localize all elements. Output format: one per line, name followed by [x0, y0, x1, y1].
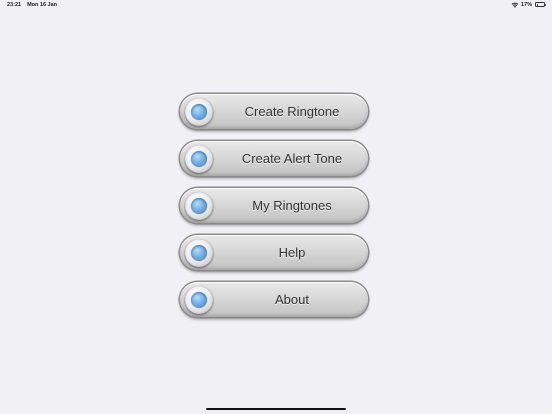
create-ringtone-button[interactable]: Create Ringtone	[180, 94, 368, 129]
my-ringtones-label: My Ringtones	[252, 198, 332, 213]
battery-percent: 17%	[520, 1, 532, 8]
create-alert-tone-button[interactable]: Create Alert Tone	[180, 141, 368, 176]
status-bar: 23:21 Mon 16 Jan 17%	[0, 0, 552, 10]
my-ringtones-button[interactable]: My Ringtones	[180, 188, 368, 223]
blue-light-icon	[185, 191, 213, 220]
battery-icon	[535, 2, 546, 7]
status-time: 23:21	[7, 2, 22, 8]
status-bar-right: 17%	[511, 1, 546, 8]
battery-fill	[536, 3, 538, 6]
home-indicator[interactable]	[206, 407, 346, 410]
help-button[interactable]: Help	[180, 235, 368, 270]
wifi-icon	[511, 2, 519, 8]
status-date: Mon 16 Jan	[27, 2, 58, 8]
create-alert-tone-label: Create Alert Tone	[241, 151, 343, 166]
create-ringtone-label: Create Ringtone	[244, 104, 340, 119]
blue-light-icon	[185, 238, 213, 267]
help-label: Help	[278, 245, 306, 260]
blue-light-icon	[185, 285, 213, 314]
blue-light-icon	[185, 144, 213, 173]
blue-light-icon	[185, 97, 213, 126]
status-bar-left: 23:21 Mon 16 Jan	[7, 2, 57, 8]
about-button[interactable]: About	[180, 282, 368, 317]
main-menu: Create Ringtone Create Alert Tone My Rin…	[180, 94, 370, 329]
about-label: About	[275, 292, 309, 307]
